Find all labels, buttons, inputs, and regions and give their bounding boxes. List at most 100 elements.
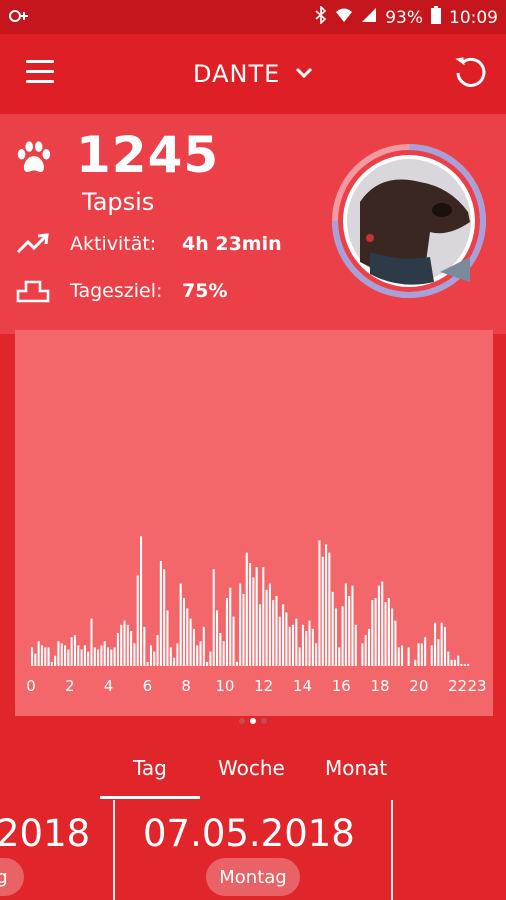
chart-bar: [37, 641, 40, 666]
chart-bar: [338, 647, 341, 666]
chart-bar: [120, 624, 123, 666]
chart-bar: [130, 630, 133, 666]
chart-bar: [133, 643, 136, 666]
x-tick-label: 10: [215, 677, 234, 695]
chart-bar: [169, 647, 172, 666]
chart-bar: [202, 626, 205, 666]
date-divider: [391, 800, 393, 900]
paw-icon: [17, 141, 51, 173]
tab-day[interactable]: Tag: [133, 756, 167, 780]
chart-bar: [272, 600, 275, 666]
status-bar: 93% 10:09: [0, 0, 506, 34]
chart-bar: [146, 661, 149, 666]
chart-bar: [325, 544, 328, 666]
goal-label: Tagesziel:: [70, 280, 163, 302]
current-date[interactable]: 07.05.2018: [143, 812, 355, 855]
goal-row: Tagesziel: 75%: [16, 277, 227, 305]
chart-bar: [143, 626, 146, 666]
chart-bar: [216, 610, 219, 666]
page-indicator: [0, 718, 506, 724]
chart-bar: [199, 641, 202, 666]
chart-bar: [262, 567, 265, 666]
chart-bar: [93, 647, 96, 666]
chart-bar: [70, 637, 73, 666]
chart-bar: [255, 567, 258, 666]
chart-bar: [239, 583, 242, 666]
chart-bar: [440, 622, 443, 666]
chart-bar: [103, 641, 106, 666]
battery-icon: [431, 6, 441, 29]
chart-bar: [219, 633, 222, 666]
chart-bar: [285, 612, 288, 666]
chart-bar: [67, 649, 70, 666]
x-tick-label: 2: [65, 677, 75, 695]
step-count: 1245: [76, 126, 220, 184]
x-tick-label: 4: [104, 677, 114, 695]
refresh-icon[interactable]: [452, 54, 488, 90]
previous-weekday-pill[interactable]: g: [0, 858, 24, 896]
chart-bar: [434, 622, 437, 666]
chart-bar: [222, 641, 225, 666]
chart-bar: [116, 633, 119, 666]
chart-bar: [97, 649, 100, 666]
chart-bar: [209, 651, 212, 666]
previous-date[interactable]: 2018: [0, 812, 90, 855]
chart-bar: [182, 598, 186, 666]
chart-bar: [123, 620, 126, 666]
chart-bar: [351, 585, 354, 666]
chart-bar: [189, 618, 192, 666]
chart-bar: [348, 595, 351, 666]
chart-bar: [196, 645, 199, 666]
clock: 10:09: [449, 7, 498, 28]
chart-bar: [126, 624, 129, 666]
x-tick-label: 8: [181, 677, 191, 695]
chart-bar: [291, 624, 295, 666]
chart-bar: [60, 643, 63, 666]
wifi-icon: [335, 7, 353, 28]
avatar[interactable]: [330, 142, 488, 300]
chart-bar: [381, 581, 384, 666]
chart-bar: [377, 585, 380, 666]
chart-bar: [159, 560, 162, 666]
tab-week[interactable]: Woche: [218, 756, 285, 780]
page-dot: [261, 718, 267, 724]
x-tick-label: 18: [370, 677, 389, 695]
chart-bar: [367, 628, 371, 666]
chart-bar: [295, 618, 298, 666]
chart-bar: [136, 575, 139, 666]
trending-up-icon: [16, 233, 49, 254]
chart-bar: [401, 645, 404, 666]
chart-bar: [90, 618, 93, 666]
chart-bar: [153, 651, 156, 666]
x-tick-label: 6: [143, 677, 153, 695]
x-tick-label: 0: [26, 677, 36, 695]
chart-bar: [430, 645, 433, 666]
chart-bar: [50, 661, 53, 666]
chart-bar: [47, 647, 50, 666]
chart-bar: [77, 645, 80, 666]
chart-bar: [453, 659, 456, 666]
chart-bar: [252, 577, 255, 666]
current-weekday-pill[interactable]: Montag: [206, 858, 300, 896]
chart-bar: [225, 598, 228, 666]
chart-bar: [173, 657, 176, 666]
chart-bar: [80, 649, 83, 666]
chart-bar: [40, 645, 43, 666]
chart-bar: [110, 649, 113, 666]
bluetooth-icon: [315, 5, 327, 29]
chart-bar: [318, 540, 321, 666]
tab-month[interactable]: Monat: [325, 756, 387, 780]
chart-bar: [258, 604, 262, 666]
chart-bar: [249, 563, 252, 666]
x-tick-label: 12: [254, 677, 273, 695]
chart-bar: [192, 628, 195, 666]
dog-selector[interactable]: DANTE: [0, 60, 506, 88]
chart-bar: [311, 628, 314, 666]
dog-name: DANTE: [193, 60, 281, 88]
chart-bar: [374, 598, 377, 666]
chart-bar: [447, 651, 450, 666]
chart-bar: [387, 598, 390, 666]
chart-bar: [305, 630, 308, 666]
chart-bar: [235, 661, 238, 666]
chart-bar: [288, 626, 291, 666]
